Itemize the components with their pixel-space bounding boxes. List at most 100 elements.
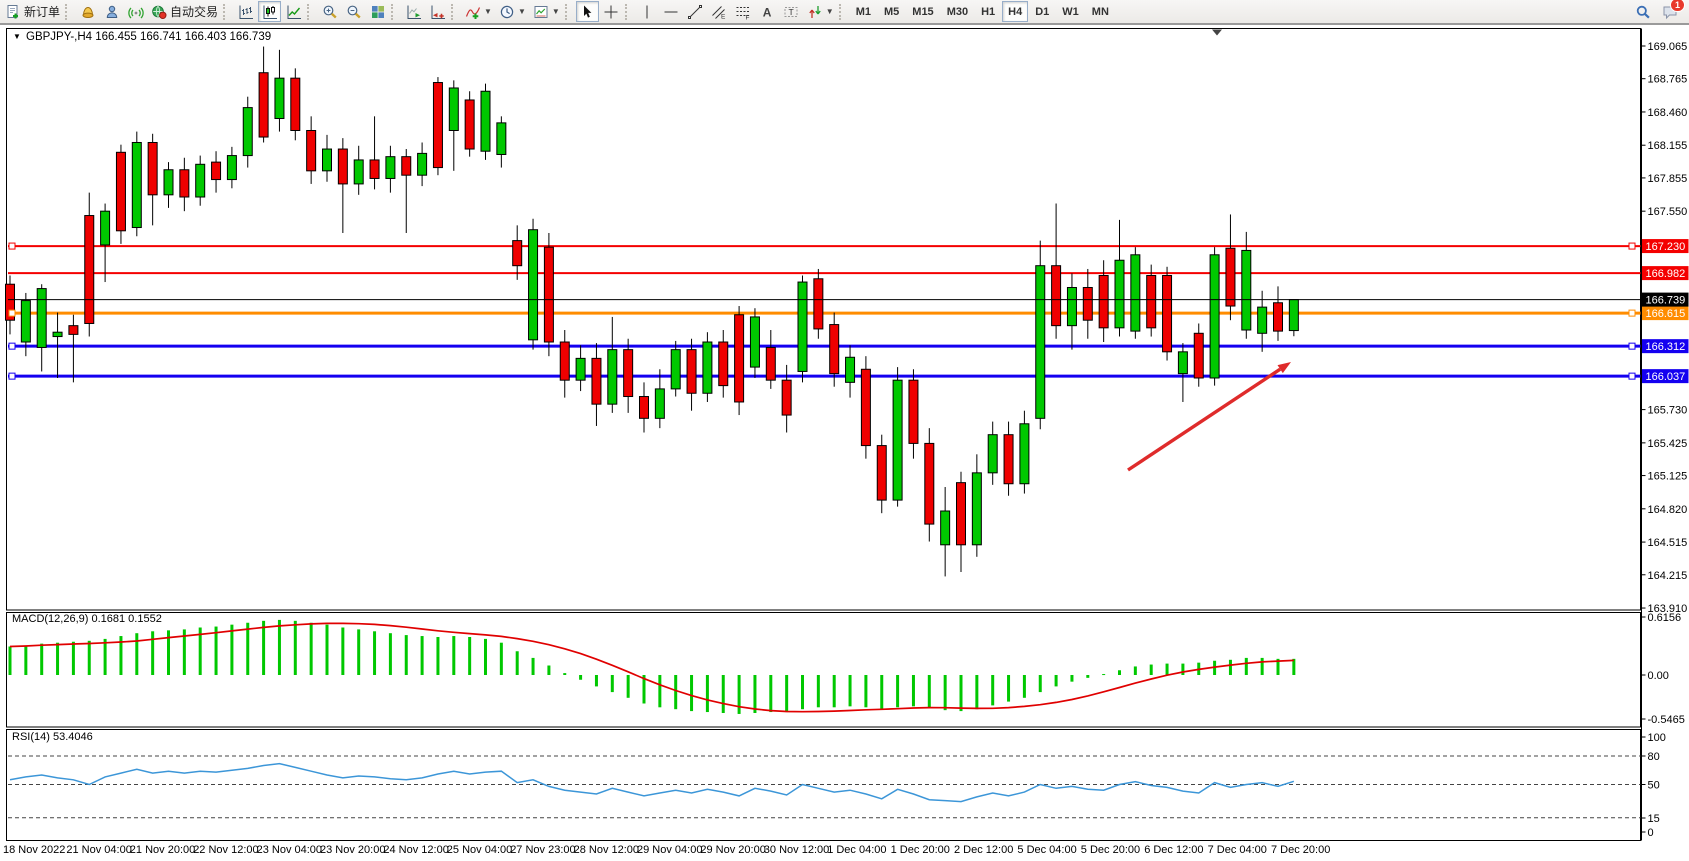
candle-body [1242,250,1251,330]
candle-body [148,142,157,194]
line-handle[interactable] [9,310,15,316]
time-tick-label: 25 Nov 04:00 [447,844,512,856]
macd-histogram-bar [738,675,741,714]
candle-body [1099,276,1108,328]
candle-body [1178,352,1187,374]
candle-body [1226,248,1235,306]
line-handle[interactable] [1629,310,1635,316]
macd-histogram-bar [1086,675,1089,678]
candle-body [877,446,886,501]
candle-body [909,380,918,443]
time-tick-label: 21 Nov 20:00 [130,844,195,856]
time-tick-label: 5 Dec 20:00 [1081,844,1140,856]
macd-histogram-bar [215,627,218,675]
macd-histogram-bar [532,658,535,675]
macd-histogram-bar [880,675,883,709]
candle-body [624,350,633,397]
macd-histogram-bar [72,642,75,675]
macd-histogram-bar [627,675,630,698]
line-handle[interactable] [1629,343,1635,349]
macd-histogram-bar [960,675,963,711]
macd-histogram-bar [88,641,91,675]
macd-histogram-bar [975,675,978,709]
macd-histogram-bar [1055,675,1058,686]
candle-body [513,241,522,266]
macd-histogram-bar [1023,675,1026,698]
candle-body [53,332,62,336]
candle-body [925,443,934,524]
macd-histogram-bar [547,666,550,676]
candle-body [1258,307,1267,333]
candle-body [354,160,363,184]
line-handle[interactable] [9,343,15,349]
candle-body [101,211,110,245]
candle-body [782,380,791,415]
candle-body [1274,303,1283,331]
macd-histogram-bar [104,639,107,675]
price-tick-label: 168.460 [1648,107,1688,119]
macd-histogram-bar [944,675,947,710]
macd-histogram-bar [500,643,503,675]
candle-body [1083,287,1092,320]
candle-body [433,83,442,168]
candle-body [164,170,173,195]
candle-body [640,397,649,419]
line-handle[interactable] [1629,373,1635,379]
macd-histogram-bar [135,633,138,675]
macd-histogram-bar [563,673,566,675]
time-tick-label: 1 Dec 04:00 [827,844,886,856]
time-tick-label: 7 Dec 20:00 [1271,844,1330,856]
price-tick-label: 165.730 [1648,405,1688,417]
price-tick-label: 168.765 [1648,74,1688,86]
time-axis[interactable]: 18 Nov 202221 Nov 04:0021 Nov 20:0022 No… [3,844,1330,856]
line-handle[interactable] [1629,243,1635,249]
candle-body [893,380,902,500]
price-tick-label: 165.425 [1648,438,1688,450]
macd-histogram-bar [1261,658,1264,675]
candle-body [196,164,205,197]
macd-histogram-bar [1150,665,1153,675]
time-tick-label: 23 Nov 20:00 [320,844,385,856]
line-handle[interactable] [9,373,15,379]
time-tick-label: 29 Nov 04:00 [637,844,702,856]
macd-histogram-bar [9,647,12,676]
macd-histogram-bar [769,675,772,712]
macd-histogram-bar [1102,674,1105,675]
rsi-axis-label: 15 [1648,813,1660,825]
candle-body [1194,333,1203,378]
macd-histogram-bar [801,675,804,709]
time-tick-label: 6 Dec 12:00 [1144,844,1203,856]
macd-histogram-bar [484,639,487,675]
time-tick-label: 1 Dec 20:00 [891,844,950,856]
macd-axis-label: 0.00 [1648,670,1669,682]
line-handle[interactable] [9,243,15,249]
macd-histogram-bar [468,637,471,675]
macd-histogram-bar [452,636,455,675]
macd-histogram-bar [595,675,598,686]
price-line-label: 167.230 [1646,241,1686,253]
price-line-label: 166.312 [1646,341,1686,353]
price-line-label: 166.982 [1646,268,1686,280]
title-dropdown-icon: ▼ [13,32,21,41]
time-tick-label: 24 Nov 12:00 [383,844,448,856]
rsi-axis-label: 0 [1648,827,1654,839]
time-tick-label: 18 Nov 2022 [3,844,65,856]
macd-histogram-bar [294,621,297,675]
macd-histogram-bar [658,675,661,707]
candle-body [243,108,252,156]
chart-area[interactable]: 169.065168.765168.460168.155167.855167.5… [0,0,1689,861]
rsi-axis-label: 80 [1648,751,1660,763]
time-tick-label: 7 Dec 04:00 [1208,844,1267,856]
macd-histogram-bar [1039,675,1042,692]
candle-body [402,157,411,176]
time-tick-label: 5 Dec 04:00 [1017,844,1076,856]
macd-histogram-bar [896,675,899,707]
candle-body [1163,276,1172,352]
candle-body [972,473,981,545]
price-tick-label: 164.820 [1648,504,1688,516]
macd-histogram-bar [230,625,233,675]
macd-histogram-bar [1245,658,1248,675]
candle-body [1052,266,1061,326]
macd-histogram-bar [373,631,376,675]
rsi-axis-label: 100 [1648,732,1666,744]
